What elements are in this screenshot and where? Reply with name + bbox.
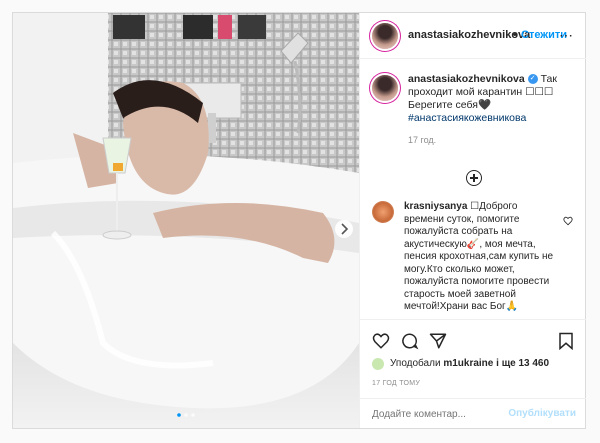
add-comment-bar: Опублікувати [360,398,586,431]
post-caption: anastasiakozhevnikova ✓ Так проходит мой… [408,73,578,147]
comment-username[interactable]: krasniysanya [404,201,467,212]
comment-bubble-icon[interactable] [401,332,419,350]
author-username[interactable]: anastasiakozhevnikova [408,29,530,41]
like-heart-icon[interactable] [372,332,390,350]
caption-hashtag[interactable]: #анастасиякожевникова [408,112,526,124]
likes-user[interactable]: m1ukraine [443,358,493,369]
post-photo[interactable] [13,13,359,428]
post-timestamp[interactable]: 17 ГОД ТОМУ [372,380,420,387]
caption-avatar[interactable] [372,75,398,101]
liked-by-avatar[interactable] [372,358,384,370]
comment-input[interactable] [370,408,514,421]
likes-prefix: Уподобали [390,358,441,369]
likes-count[interactable]: і ще 13 460 [493,358,549,369]
load-more-comments-icon[interactable] [466,170,482,186]
more-options-icon[interactable]: ⋯ [559,27,574,44]
comment-item: krasniysanya ☐Доброго времени суток, пом… [404,201,554,314]
post-sidebar: anastasiakozhevnikova • Стежити ⋯ anasta… [359,13,586,428]
comment-text: ☐Доброго времени суток, помогите пожалуй… [404,201,554,312]
commenter-avatar[interactable] [372,201,394,223]
save-bookmark-icon[interactable] [558,332,574,350]
header-separator: • [513,29,517,41]
post-actions: Уподобали m1ukraine і ще 13 460 17 ГОД Т… [360,319,586,430]
likes-summary: Уподобали m1ukraine і ще 13 460 [390,358,549,369]
verified-badge-icon: ✓ [527,74,538,85]
share-icon[interactable] [429,332,447,350]
publish-button[interactable]: Опублікувати [508,408,576,419]
post-card: anastasiakozhevnikova • Стежити ⋯ anasta… [12,12,586,429]
caption-time[interactable]: 17 год. [408,134,578,147]
caption-username[interactable]: anastasiakozhevnikova [408,73,525,85]
bath-photo [13,13,359,428]
author-avatar[interactable] [372,23,398,49]
post-header: anastasiakozhevnikova • Стежити ⋯ [360,13,586,59]
comment-like-icon[interactable] [563,216,573,226]
